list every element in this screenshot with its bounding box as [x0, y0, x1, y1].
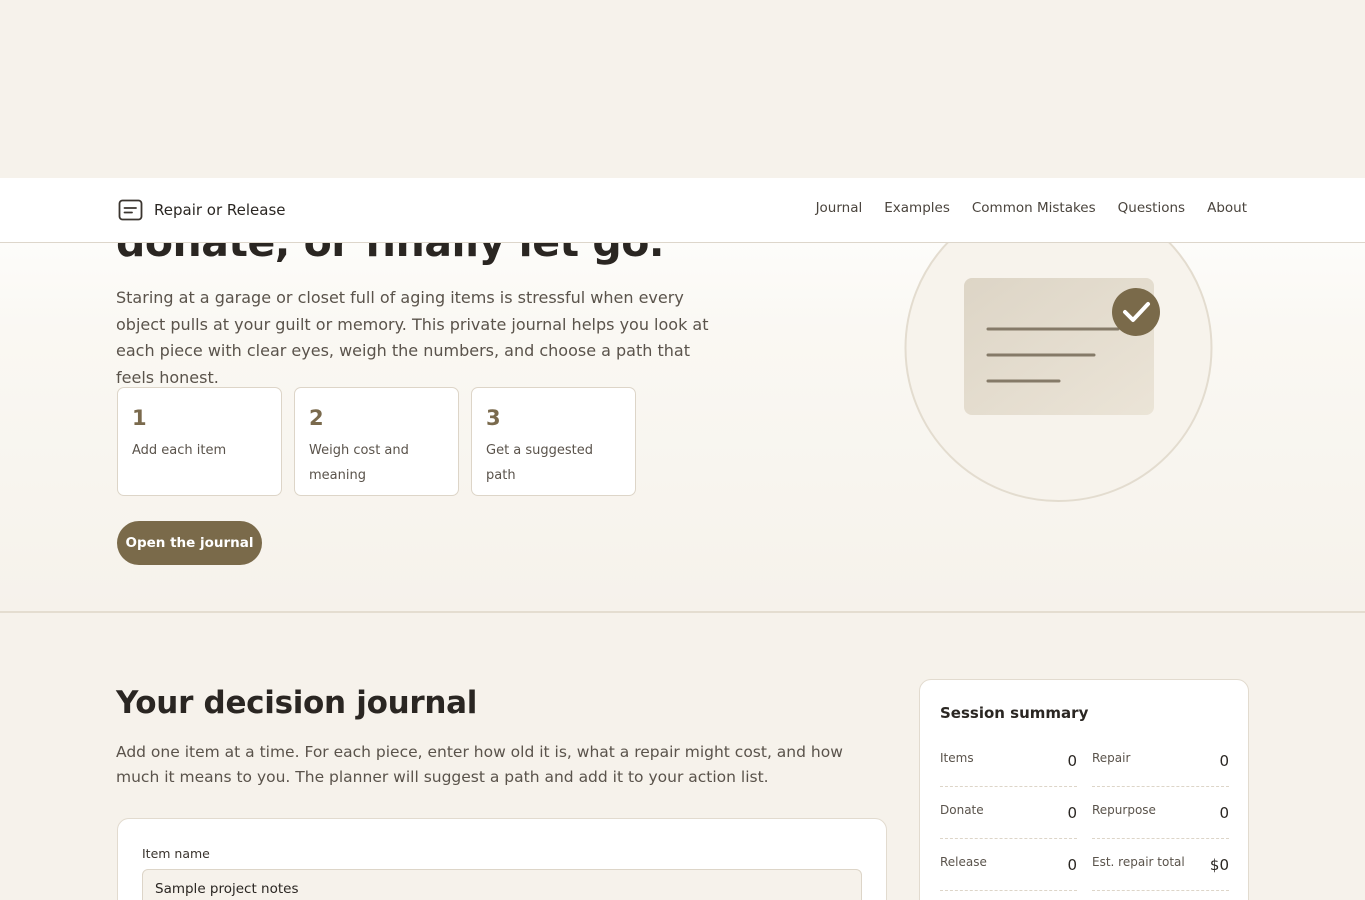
session-summary-card: Session summary Items 0 Repair 0 Donate …	[919, 679, 1249, 900]
item-form-card: Item name	[117, 818, 887, 900]
stat-items: Items 0	[940, 735, 1077, 787]
step-card: 2 Weigh cost and meaning	[294, 387, 459, 496]
step-number: 1	[132, 406, 147, 430]
stat-label: Est. repair total	[1092, 854, 1185, 869]
nav-link-journal[interactable]: Journal	[816, 200, 863, 216]
stat-repurpose: Repurpose 0	[1092, 787, 1229, 839]
stat-release: Release 0	[940, 839, 1077, 891]
stat-label: Release	[940, 854, 987, 869]
stat-label: Items	[940, 750, 974, 765]
stat-label: Repurpose	[1092, 802, 1156, 817]
step-label: Add each item	[132, 443, 227, 458]
hero-section: donate, or finally let go. Staring at a …	[0, 178, 1365, 613]
stat-donate: Donate 0	[940, 787, 1077, 839]
summary-stats: Items 0 Repair 0 Donate 0 Repurpose 0 Re…	[940, 735, 1229, 891]
journal-description: Add one item at a time. For each piece, …	[116, 743, 843, 786]
stat-value: 0	[1219, 803, 1229, 822]
blank-top-area	[0, 0, 1365, 178]
stat-repair-total: Est. repair total $0	[1092, 839, 1229, 891]
step-card: 3 Get a suggested path	[471, 387, 636, 496]
stat-value: 0	[1067, 855, 1077, 874]
stat-label: Repair	[1092, 750, 1131, 765]
stat-repair: Repair 0	[1092, 735, 1229, 787]
step-label: Weigh cost and meaning	[309, 443, 409, 483]
nav-link-questions[interactable]: Questions	[1118, 200, 1185, 216]
stat-label: Donate	[940, 802, 984, 817]
nav-links: Journal Examples Common Mistakes Questio…	[816, 200, 1247, 216]
journal-title: Your decision journal	[116, 685, 478, 721]
stat-value: 0	[1067, 803, 1077, 822]
nav-link-examples[interactable]: Examples	[884, 200, 950, 216]
step-number: 3	[486, 406, 501, 430]
nav-link-about[interactable]: About	[1207, 200, 1247, 216]
item-name-input[interactable]	[142, 869, 862, 900]
brand-name: Repair or Release	[154, 201, 286, 219]
stat-value: 0	[1219, 751, 1229, 770]
item-name-label: Item name	[142, 846, 210, 861]
step-label: Get a suggested path	[486, 443, 594, 483]
brand[interactable]: Repair or Release	[118, 199, 286, 221]
open-journal-button[interactable]: Open the journal	[117, 521, 262, 565]
top-navbar: Repair or Release Journal Examples Commo…	[0, 178, 1365, 243]
stat-value: 0	[1067, 751, 1077, 770]
hero-description: Staring at a garage or closet full of ag…	[116, 288, 709, 387]
nav-link-common-mistakes[interactable]: Common Mistakes	[972, 200, 1096, 216]
step-card: 1 Add each item	[117, 387, 282, 496]
stat-value: $0	[1209, 855, 1229, 874]
steps-list: 1 Add each item 2 Weigh cost and meaning…	[117, 387, 636, 496]
summary-title: Session summary	[940, 704, 1089, 722]
step-number: 2	[309, 406, 324, 430]
notes-icon	[118, 199, 143, 221]
